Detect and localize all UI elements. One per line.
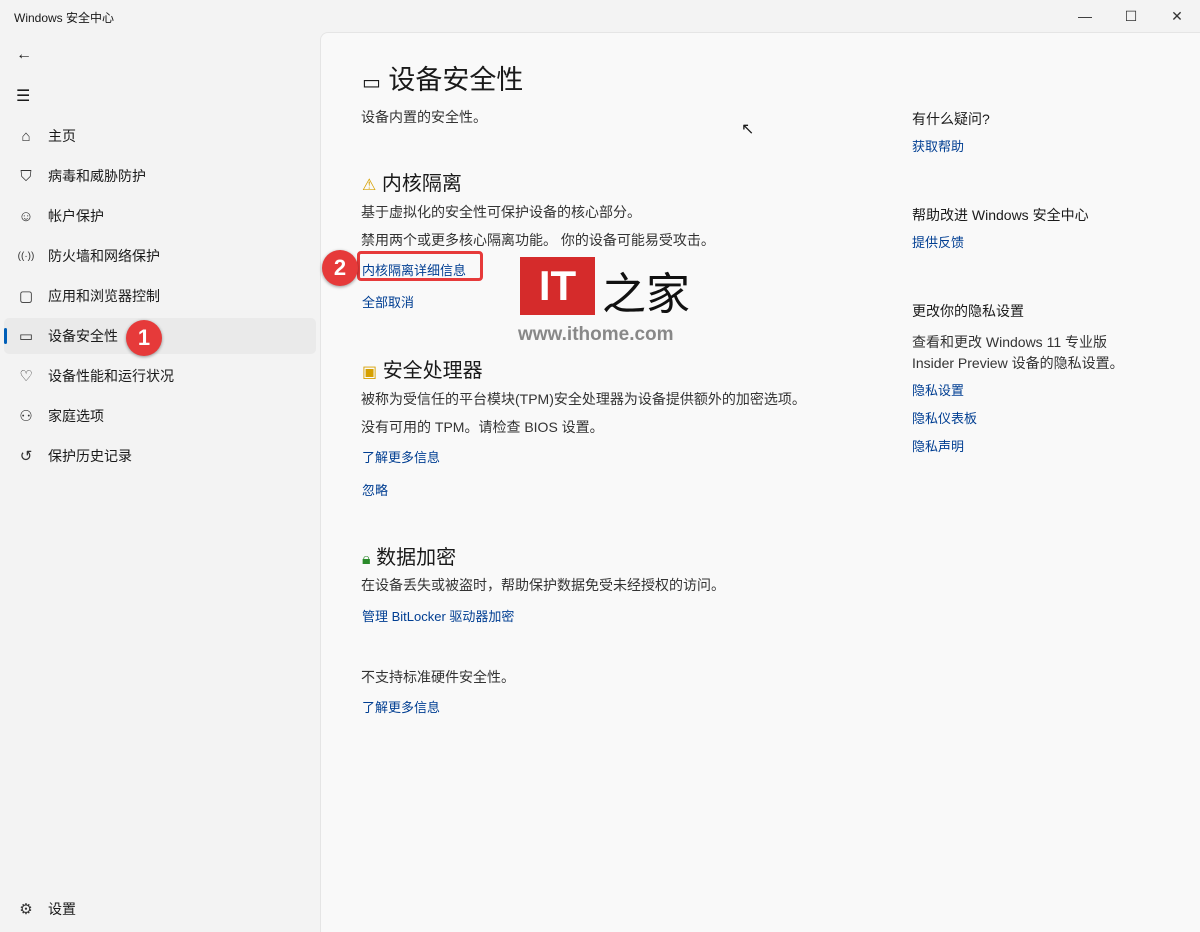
sidebar-item-label: 防火墙和网络保护 (48, 248, 160, 264)
sidebar-item[interactable]: ▢ 应用和浏览器控制 (4, 278, 316, 314)
get-help-link[interactable]: 获取帮助 (912, 136, 964, 155)
history-icon: ↺ (19, 448, 33, 465)
annotation-badge-2: 2 (322, 250, 358, 286)
encryption-desc: 在设备丢失或被盗时，帮助保护数据免受未经授权的访问。 (361, 577, 725, 593)
core-isolation-heading: ⚠ 内核隔离 (362, 173, 462, 195)
privacy-dashboard-link[interactable]: 隐私仪表板 (912, 408, 977, 427)
dismiss-all-link[interactable]: 全部取消 (362, 292, 414, 311)
questions-heading: 有什么疑问? (912, 111, 990, 127)
bitlocker-link[interactable]: 管理 BitLocker 驱动器加密 (362, 606, 514, 625)
page-title: ▭ 设备安全性 (362, 65, 524, 95)
tpm-ignore-link[interactable]: 忽略 (362, 480, 388, 499)
sidebar-item-label: 主页 (48, 128, 76, 144)
family-icon: ⚇ (19, 408, 33, 425)
menu-button[interactable]: ☰ (16, 86, 30, 106)
back-button[interactable]: ← (16, 46, 32, 64)
ithome-logo: IT (520, 257, 595, 315)
sidebar-item-label: 设置 (48, 901, 76, 917)
close-button[interactable]: ✕ (1154, 0, 1200, 32)
sidebar-item-label: 家庭选项 (48, 408, 104, 424)
core-isolation-details-link[interactable]: 内核隔离详细信息 (362, 260, 466, 279)
sidebar-item-label: 病毒和威胁防护 (48, 168, 146, 184)
person-icon: ☺ (18, 207, 34, 225)
sidebar-item[interactable]: ⚇ 家庭选项 (4, 398, 316, 434)
laptop-icon: ▭ (18, 328, 34, 345)
feedback-link[interactable]: 提供反馈 (912, 232, 964, 251)
annotation-badge-1: 1 (126, 320, 162, 356)
sidebar-item-settings[interactable]: ⚙ 设置 (4, 891, 316, 927)
core-warning: 禁用两个或更多核心隔离功能。 你的设备可能易受攻击。 (361, 232, 715, 248)
sidebar-item[interactable]: ⌂ 主页 (4, 118, 316, 154)
ithome-logo-text: 之家 (602, 269, 690, 320)
hardware-learn-more-link[interactable]: 了解更多信息 (362, 697, 440, 716)
tpm-warning: 没有可用的 TPM。请检查 BIOS 设置。 (361, 419, 604, 435)
privacy-statement-link[interactable]: 隐私声明 (912, 436, 964, 455)
home-icon: ⌂ (21, 127, 31, 145)
heart-icon: ♡ (19, 368, 33, 385)
page-subtitle: 设备内置的安全性。 (361, 109, 487, 125)
privacy-desc-2: Insider Preview 设备的隐私设置。 (912, 355, 1124, 371)
maximize-button[interactable]: ☐ (1108, 0, 1154, 32)
window-title: Windows 安全中心 (14, 11, 115, 25)
shield-icon: ⛉ (20, 167, 32, 185)
tpm-learn-more-link[interactable]: 了解更多信息 (362, 447, 440, 466)
sidebar-item[interactable]: ♡ 设备性能和运行状况 (4, 358, 316, 394)
sidebar-item-label: 帐户保护 (48, 208, 104, 224)
sidebar-item[interactable]: ☺ 帐户保护 (4, 198, 316, 234)
watermark-url: www.ithome.com (518, 324, 674, 345)
warning-chip-icon: ⚠ (362, 177, 377, 194)
mouse-cursor-icon: ↖ (741, 121, 755, 138)
gear-icon: ⚙ (19, 901, 33, 918)
hardware-security-status: 不支持标准硬件安全性。 (361, 669, 515, 685)
sidebar-item-label: 应用和浏览器控制 (48, 288, 160, 304)
sidebar-item-label: 保护历史记录 (48, 448, 132, 464)
lock-check-icon: 🔒︎ (362, 551, 371, 568)
chip-icon: ▣ (362, 364, 378, 381)
privacy-heading: 更改你的隐私设置 (912, 303, 1024, 319)
improve-heading: 帮助改进 Windows 安全中心 (912, 207, 1089, 223)
laptop-icon: ▭ (362, 72, 381, 94)
sidebar-item[interactable]: ⛉ 病毒和威胁防护 (4, 158, 316, 194)
tpm-desc: 被称为受信任的平台模块(TPM)安全处理器为设备提供额外的加密选项。 (361, 391, 806, 407)
sidebar-item[interactable]: ((·)) 防火墙和网络保护 (4, 238, 316, 274)
sidebar-item-label: 设备性能和运行状况 (48, 368, 174, 384)
window-icon: ▢ (18, 288, 34, 305)
sidebar-item[interactable]: ↺ 保护历史记录 (4, 438, 316, 474)
privacy-desc-1: 查看和更改 Windows 11 专业版 (912, 334, 1107, 350)
wifi-icon: ((·)) (17, 250, 35, 262)
security-processor-heading: ▣ 安全处理器 (362, 360, 483, 382)
sidebar-item-label: 设备安全性 (48, 328, 118, 344)
minimize-button[interactable]: — (1062, 0, 1108, 32)
core-desc: 基于虚拟化的安全性可保护设备的核心部分。 (361, 204, 641, 220)
data-encryption-heading: 🔒︎ 数据加密 (362, 547, 457, 569)
privacy-settings-link[interactable]: 隐私设置 (912, 380, 964, 399)
